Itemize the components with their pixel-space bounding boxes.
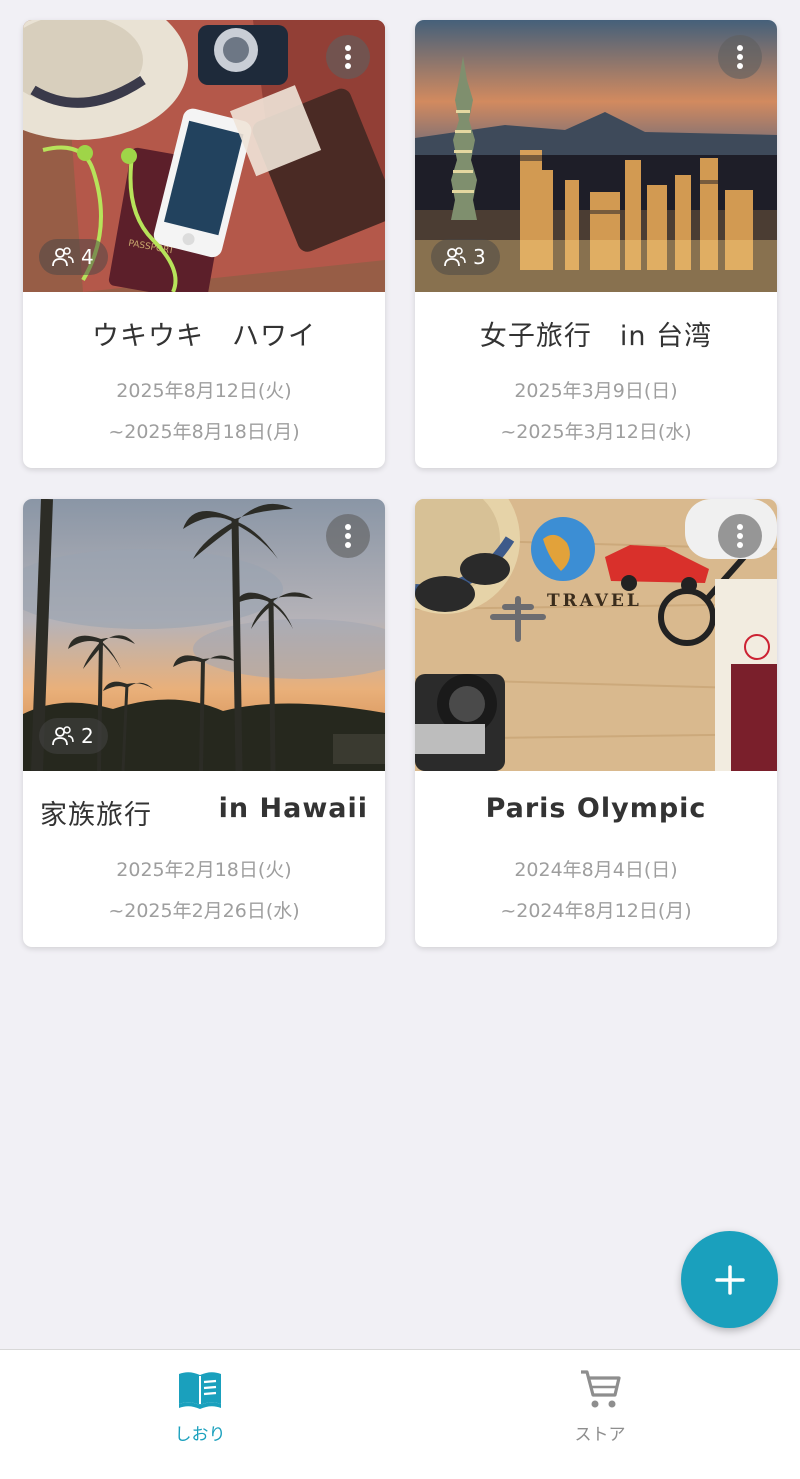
trip-start-date: 2025年8月12日(火)	[116, 380, 292, 402]
more-vertical-icon	[345, 45, 351, 69]
member-count-badge: 3	[431, 239, 500, 275]
book-icon	[179, 1372, 221, 1409]
trip-end-date: ~2024年8月12日(月)	[500, 900, 692, 922]
trip-start-date: 2025年3月9日(日)	[514, 380, 678, 402]
trip-card[interactable]: 2 家族旅行 in Hawaii 2025年2月18日(火) ~2025年2月2…	[23, 499, 385, 947]
trip-cover-photo: 2	[23, 499, 385, 771]
trip-end-date: ~2025年3月12日(水)	[500, 421, 692, 443]
member-count-badge: 2	[39, 718, 108, 754]
nav-item-store[interactable]: ストア	[500, 1368, 700, 1445]
bottom-navigation: しおり ストア	[0, 1349, 800, 1479]
add-trip-button[interactable]	[681, 1231, 778, 1328]
member-count: 2	[81, 724, 94, 748]
trip-more-button[interactable]	[718, 514, 762, 558]
trip-more-button[interactable]	[718, 35, 762, 79]
trip-cover-photo: PASSPORT 4	[23, 20, 385, 292]
people-icon	[52, 726, 74, 746]
trip-info: 家族旅行 in Hawaii 2025年2月18日(火) ~2025年2月26日…	[23, 771, 385, 947]
member-count-badge: 4	[39, 239, 108, 275]
trip-card[interactable]: PASSPORT 4 ウキウキ ハワイ 2025年8月12日(火) ~2025年…	[23, 20, 385, 468]
people-icon	[444, 247, 466, 267]
trip-cover-photo: TRAVEL	[415, 499, 777, 771]
trip-title: 家族旅行 in Hawaii	[23, 771, 385, 841]
more-vertical-icon	[737, 45, 743, 69]
trip-start-date: 2025年2月18日(火)	[116, 859, 292, 881]
member-count: 3	[473, 245, 486, 269]
nav-label: ストア	[574, 1425, 626, 1445]
trip-title-part: in Hawaii	[218, 793, 368, 824]
trip-card[interactable]: TRAVEL Paris Olympic 2024年8月4日(日) ~2024年…	[415, 499, 777, 947]
more-vertical-icon	[345, 524, 351, 548]
trip-cover-photo: 3	[415, 20, 777, 292]
trip-info: Paris Olympic 2024年8月4日(日) ~2024年8月12日(月…	[415, 771, 777, 947]
trip-title: Paris Olympic	[485, 793, 707, 824]
travel-word: TRAVEL	[547, 591, 642, 611]
trip-list-screen: PASSPORT 4 ウキウキ ハワイ 2025年8月12日(火) ~2025年…	[0, 0, 800, 1479]
trip-more-button[interactable]	[326, 35, 370, 79]
nav-label: しおり	[174, 1425, 226, 1445]
nav-item-shiori[interactable]: しおり	[100, 1368, 300, 1445]
more-vertical-icon	[737, 524, 743, 548]
trip-title-part: 家族旅行	[40, 800, 152, 831]
plus-icon	[714, 1264, 745, 1295]
trip-title: 女子旅行 in 台湾	[479, 321, 713, 352]
trip-card[interactable]: 3 女子旅行 in 台湾 2025年3月9日(日) ~2025年3月12日(水)	[415, 20, 777, 468]
member-count: 4	[81, 245, 94, 269]
trip-end-date: ~2025年8月18日(月)	[108, 421, 300, 443]
cart-icon	[581, 1370, 621, 1408]
trip-end-date: ~2025年2月26日(水)	[108, 900, 300, 922]
trip-info: ウキウキ ハワイ 2025年8月12日(火) ~2025年8月18日(月)	[23, 292, 385, 468]
trip-more-button[interactable]	[326, 514, 370, 558]
trip-info: 女子旅行 in 台湾 2025年3月9日(日) ~2025年3月12日(水)	[415, 292, 777, 468]
trip-start-date: 2024年8月4日(日)	[514, 859, 678, 881]
trip-title: ウキウキ ハワイ	[92, 321, 316, 352]
people-icon	[52, 247, 74, 267]
